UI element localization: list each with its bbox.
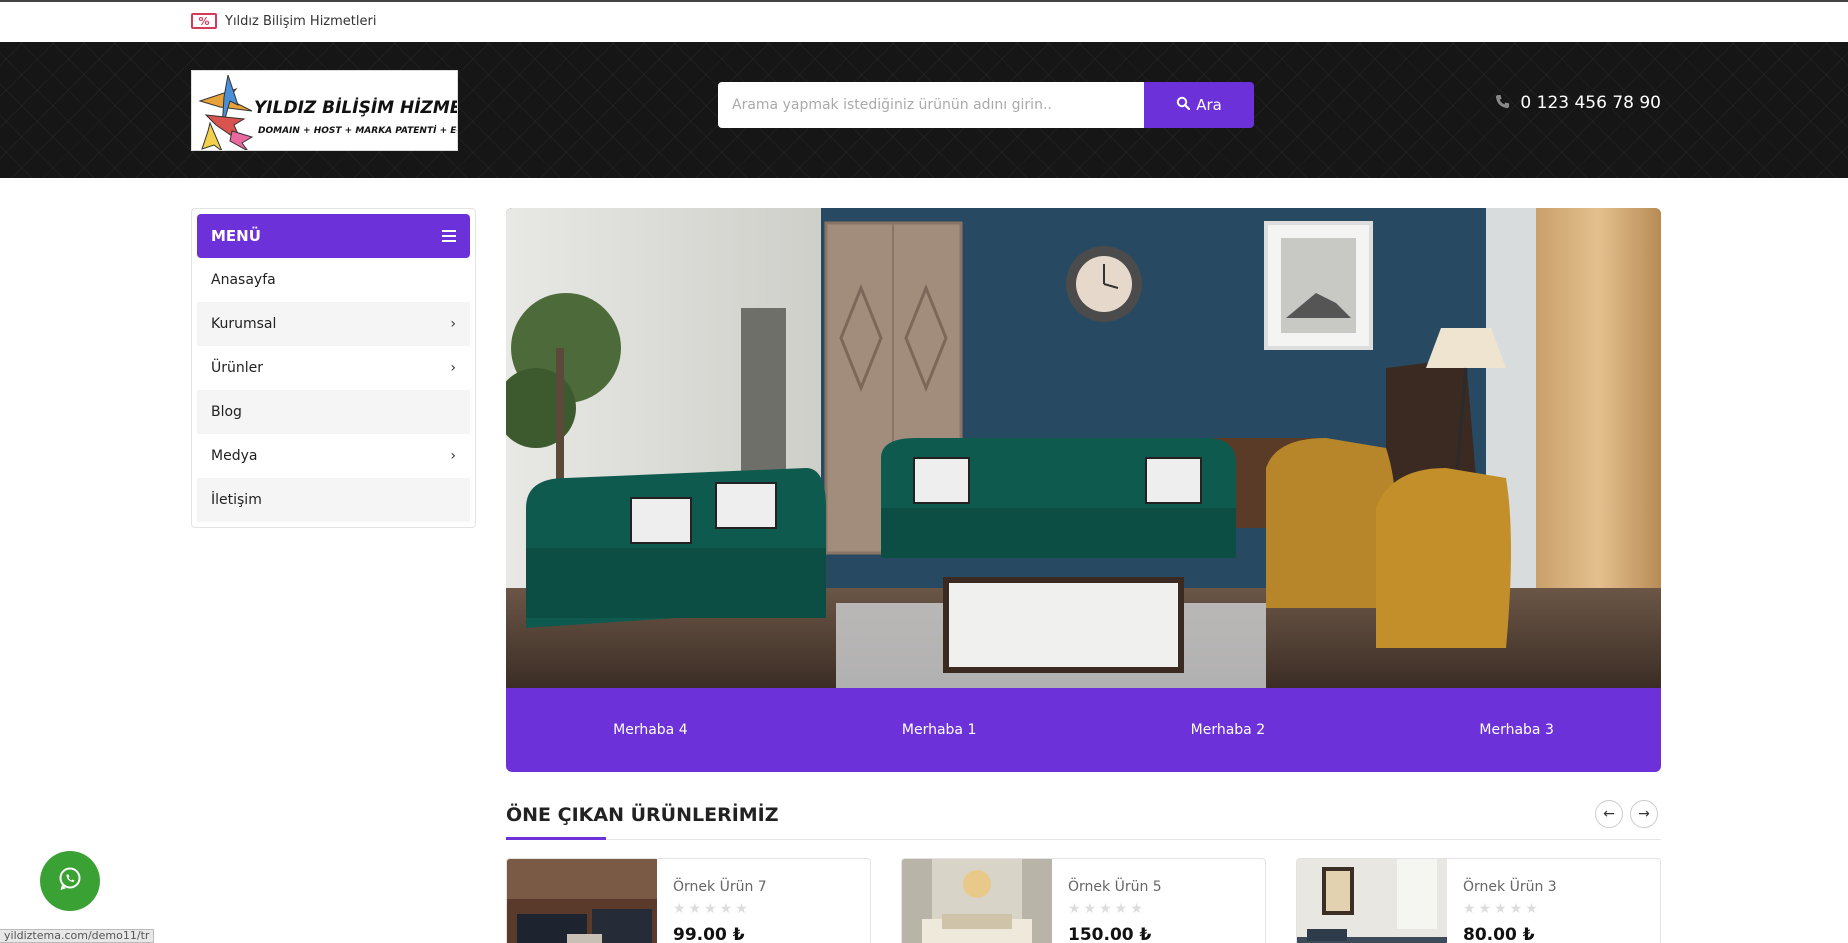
- menu-item-label: Blog: [211, 404, 242, 420]
- product-name[interactable]: Örnek Ürün 3: [1463, 879, 1557, 895]
- top-brand-label: Yıldız Bilişim Hizmetleri: [225, 13, 377, 29]
- product-name[interactable]: Örnek Ürün 7: [673, 879, 767, 895]
- search-form: Ara: [718, 82, 1254, 128]
- search-button-label: Ara: [1196, 96, 1222, 114]
- product-price: 99.00 ₺: [673, 925, 745, 943]
- arrow-left-icon[interactable]: ←: [1595, 800, 1623, 828]
- product-rating: ★★★★★: [1068, 901, 1146, 917]
- percent-tag-icon: %: [191, 13, 217, 29]
- product-rating: ★★★★★: [1463, 901, 1541, 917]
- top-bar: % Yıldız Bilişim Hizmetleri: [0, 2, 1848, 42]
- slider-tab-2[interactable]: Merhaba 1: [795, 688, 1084, 772]
- slider-tab-1[interactable]: Merhaba 4: [506, 688, 795, 772]
- menu-item-kurumsal[interactable]: Kurumsal ›: [197, 302, 470, 346]
- search-button[interactable]: Ara: [1144, 82, 1254, 128]
- product-price: 80.00 ₺: [1463, 925, 1535, 943]
- menu-item-label: Anasayfa: [211, 272, 276, 288]
- hamburger-icon[interactable]: [442, 230, 456, 242]
- site-header: YILDIZ BİLİŞİM HİZMETLERİ DOMAIN + HOST …: [0, 42, 1848, 178]
- featured-header: ÖNE ÇIKAN ÜRÜNLERİMİZ ← →: [506, 800, 1661, 840]
- menu-item-label: Ürünler: [211, 360, 264, 376]
- menu-item-label: Medya: [211, 448, 258, 464]
- phone-icon: [1495, 94, 1510, 113]
- slider-tab-3[interactable]: Merhaba 2: [1084, 688, 1373, 772]
- sidebar-menu: MENÜ Anasayfa Kurumsal › Ürünler › Blog Me…: [191, 208, 476, 528]
- menu-item-urunler[interactable]: Ürünler ›: [197, 346, 470, 390]
- chevron-right-icon: ›: [450, 448, 456, 464]
- search-icon: [1176, 96, 1191, 114]
- product-card[interactable]: Örnek Ürün 5 ★★★★★ 150.00 ₺: [901, 858, 1266, 943]
- product-card[interactable]: Örnek Ürün 7 ★★★★★ 99.00 ₺: [506, 858, 871, 943]
- product-card[interactable]: Örnek Ürün 3 ★★★★★ 80.00 ₺: [1296, 858, 1661, 943]
- site-logo[interactable]: YILDIZ BİLİŞİM HİZMETLERİ DOMAIN + HOST …: [191, 70, 458, 151]
- chevron-right-icon: ›: [450, 360, 456, 376]
- menu-item-label: Kurumsal: [211, 316, 277, 332]
- top-brand[interactable]: % Yıldız Bilişim Hizmetleri: [191, 13, 376, 29]
- menu-item-anasayfa[interactable]: Anasayfa: [197, 258, 470, 302]
- search-input[interactable]: [718, 82, 1144, 128]
- product-image[interactable]: [902, 859, 1052, 943]
- logo-title: YILDIZ BİLİŞİM HİZMETLERİ: [254, 96, 458, 118]
- slider-tabs: Merhaba 4 Merhaba 1 Merhaba 2 Merhaba 3: [506, 688, 1661, 772]
- logo-subtitle: DOMAIN + HOST + MARKA PATENTİ + E-İMZA: [258, 125, 458, 136]
- status-bar-url: yildiztema.com/demo11/tr: [0, 929, 155, 943]
- menu-item-iletisim[interactable]: İletişim: [197, 478, 470, 522]
- product-price: 150.00 ₺: [1068, 925, 1152, 943]
- product-image[interactable]: [1297, 859, 1447, 943]
- featured-title: ÖNE ÇIKAN ÜRÜNLERİMİZ: [506, 804, 779, 826]
- featured-title-underline: [506, 837, 606, 840]
- whatsapp-icon: [57, 866, 83, 896]
- slider-tab-4[interactable]: Merhaba 3: [1372, 688, 1661, 772]
- product-image[interactable]: [507, 859, 657, 943]
- menu-header[interactable]: MENÜ: [197, 214, 470, 258]
- chevron-right-icon: ›: [450, 316, 456, 332]
- hero-image[interactable]: [506, 208, 1661, 688]
- menu-item-medya[interactable]: Medya ›: [197, 434, 470, 478]
- menu-item-label: İletişim: [211, 492, 262, 508]
- menu-title: MENÜ: [211, 227, 261, 245]
- arrow-right-icon[interactable]: →: [1630, 800, 1658, 828]
- hero-slider: Merhaba 4 Merhaba 1 Merhaba 2 Merhaba 3: [506, 208, 1661, 772]
- header-phone[interactable]: 0 123 456 78 90: [1495, 93, 1661, 113]
- product-name[interactable]: Örnek Ürün 5: [1068, 879, 1162, 895]
- menu-list: Anasayfa Kurumsal › Ürünler › Blog Medya › …: [197, 258, 470, 522]
- phone-number: 0 123 456 78 90: [1520, 93, 1661, 113]
- product-rating: ★★★★★: [673, 901, 751, 917]
- whatsapp-button[interactable]: [40, 851, 100, 911]
- menu-item-blog[interactable]: Blog: [197, 390, 470, 434]
